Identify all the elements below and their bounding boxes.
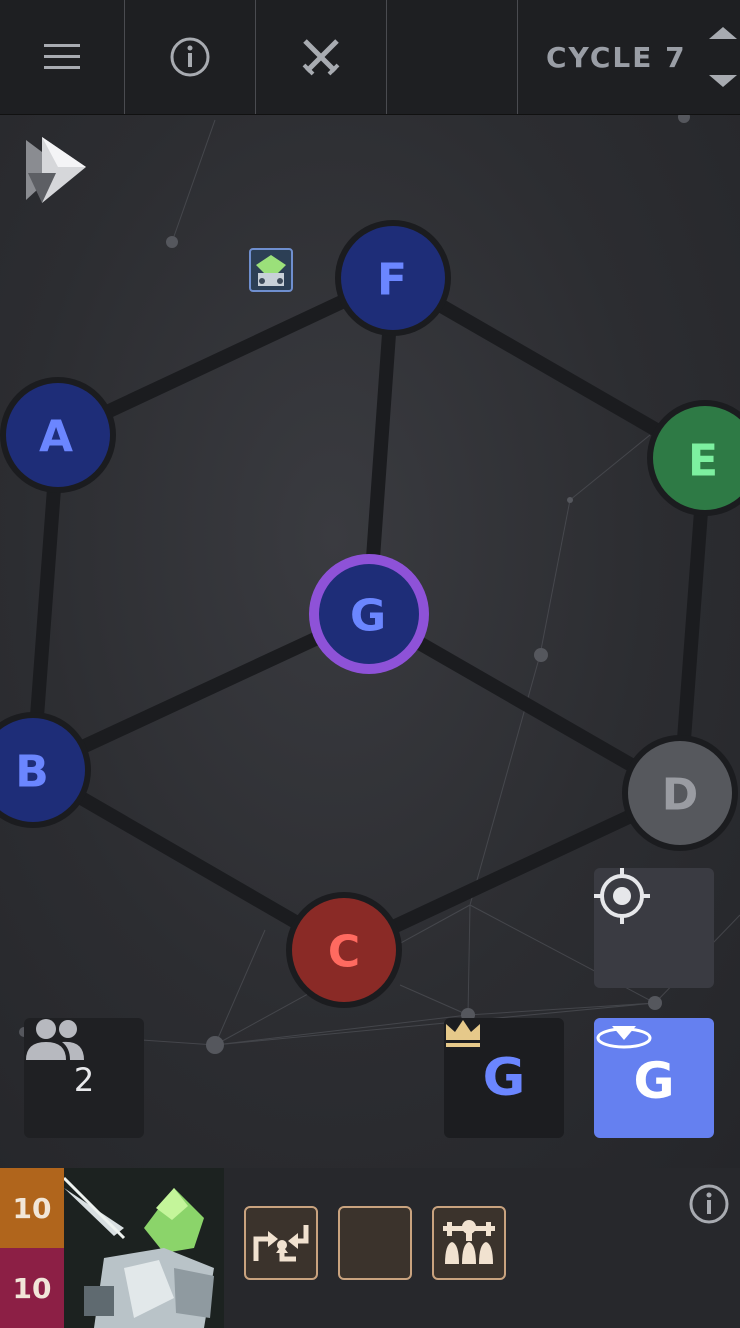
unit-portrait-art <box>64 1168 224 1328</box>
cycle-stepper-icon[interactable] <box>707 25 739 89</box>
info-icon <box>170 37 210 77</box>
node-b[interactable]: B <box>0 712 91 828</box>
swap-arrows-icon <box>253 1225 309 1262</box>
cycle-label: CYCLE 7 <box>546 40 687 74</box>
leader-label: G <box>482 1048 526 1108</box>
recenter-button[interactable] <box>594 868 714 988</box>
unit-portrait[interactable] <box>64 1168 224 1328</box>
node-a[interactable]: A <box>0 377 116 493</box>
chevron-down-icon <box>708 75 737 87</box>
info-button[interactable] <box>125 0 256 114</box>
node-e-label: E <box>688 436 718 487</box>
node-g[interactable]: G <box>309 554 429 674</box>
move-button[interactable]: G <box>594 1018 714 1138</box>
node-d[interactable]: D <box>622 735 738 851</box>
node-a-label: A <box>39 412 73 463</box>
node-f-label: F <box>377 255 407 306</box>
empty-slot <box>387 0 518 114</box>
ability-formation-button[interactable] <box>432 1206 506 1280</box>
map-svg: A F E G B D C <box>0 115 740 1054</box>
node-e[interactable]: E <box>647 400 740 516</box>
ability-empty-slot[interactable] <box>338 1206 412 1280</box>
ability-swap-button[interactable] <box>244 1206 318 1280</box>
unit-stat-top: 10 <box>0 1168 64 1248</box>
players-count: 2 <box>73 1061 95 1099</box>
hamburger-menu-icon <box>44 44 80 69</box>
crown-icon <box>446 1020 480 1047</box>
move-label: G <box>633 1052 675 1110</box>
leader-button[interactable]: G <box>444 1018 564 1138</box>
unit-info-button[interactable] <box>688 1183 730 1229</box>
move-down-arrow-icon <box>596 1026 652 1049</box>
node-b-label: B <box>15 747 49 798</box>
info-icon <box>689 1184 729 1224</box>
node-c[interactable]: C <box>286 892 402 1008</box>
node-f[interactable]: F <box>335 220 451 336</box>
battle-button[interactable] <box>256 0 387 114</box>
play-icon[interactable] <box>26 137 86 203</box>
chevron-up-icon <box>708 27 737 39</box>
node-g-label: G <box>350 591 386 642</box>
node-d-label: D <box>662 770 699 821</box>
game-map: A F E G B D C 2 G G <box>0 115 740 1168</box>
unit-stat-bottom: 10 <box>0 1248 64 1328</box>
crosshair-icon <box>594 868 650 924</box>
players-button[interactable]: 2 <box>24 1018 144 1138</box>
unit-token[interactable] <box>249 248 293 292</box>
crossed-swords-icon <box>302 39 340 76</box>
top-bar: CYCLE 7 <box>0 0 740 115</box>
node-c-label: C <box>328 927 360 978</box>
cycle-selector[interactable]: CYCLE 7 <box>518 0 740 114</box>
formation-icon <box>443 1220 495 1264</box>
people-icon <box>26 1019 84 1060</box>
menu-button[interactable] <box>0 0 125 114</box>
